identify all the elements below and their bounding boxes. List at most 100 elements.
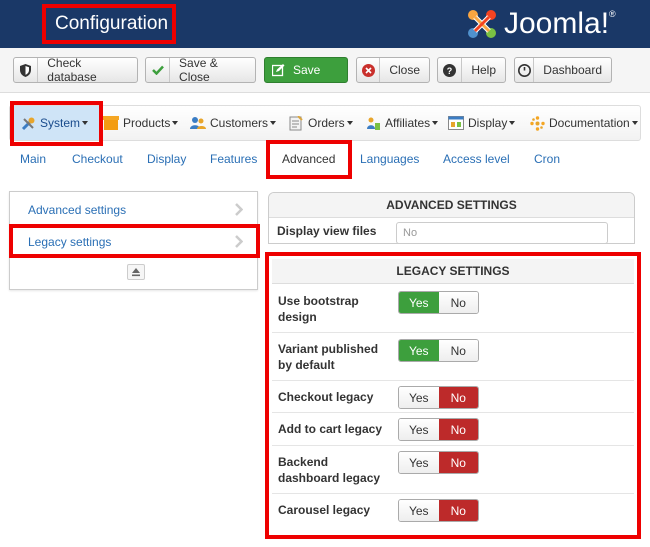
toggle-yes[interactable]: Yes [399,387,439,408]
orders-icon [288,115,304,131]
setting-label: Checkout legacy [278,390,374,404]
display-view-files-value: No [403,227,418,239]
sidebar-item-label: Legacy settings [28,234,112,249]
main-menu: System Products Customers Orders Affilia… [9,105,641,141]
chevron-down-icon [631,121,638,125]
save-close-button[interactable]: Save & Close [145,56,256,84]
toggle-yes[interactable]: Yes [399,292,439,313]
menu-documentation[interactable]: Documentation [529,106,638,140]
toggle-yes[interactable]: Yes [399,452,439,473]
help-label: Help [471,63,496,77]
save-close-label: Save & Close [179,56,218,84]
toggle-yes[interactable]: Yes [399,500,439,521]
setting-label: Backend dashboard legacy [278,455,381,485]
setting-row-add-to-cart-legacy: Add to cart legacy Yes No [272,413,634,446]
sidebar-item-label: Advanced settings [28,202,127,217]
save-label: Save [293,63,321,77]
check-database-button[interactable]: Check database [13,56,138,84]
shield-icon [14,58,39,82]
variant-published-toggle[interactable]: Yes No [398,339,479,362]
menu-orders-label: Orders [308,116,345,130]
menu-customers-label: Customers [210,116,269,130]
save-button[interactable]: Save [264,57,348,83]
chevron-down-icon [82,121,89,125]
chevron-right-icon [235,203,243,216]
display-view-files-label: Display view files [277,224,377,238]
tab-advanced[interactable]: Advanced [282,152,335,166]
sidebar-item-legacy-settings[interactable]: Legacy settings [10,226,257,258]
setting-row-backend-dashboard-legacy: Backend dashboard legacy Yes No [272,446,634,494]
use-bootstrap-design-toggle[interactable]: Yes No [398,291,479,314]
menu-system-label: System [40,116,81,130]
menu-display[interactable]: Display [448,106,516,140]
advanced-settings-panel: ADVANCED SETTINGS Display view files No [268,192,635,244]
header-bar: Configuration Joomla!® [0,0,650,48]
add-to-cart-legacy-toggle[interactable]: Yes No [398,418,479,441]
page-title: Configuration [42,4,176,44]
close-circle-icon [357,58,381,82]
toggle-no[interactable]: No [438,452,478,473]
setting-row-checkout-legacy: Checkout legacy Yes No [272,381,634,413]
setting-label: Variant published by default [278,342,379,372]
checkout-legacy-toggle[interactable]: Yes No [398,386,479,409]
joomla-wordmark: Joomla!® [504,7,616,40]
toggle-no[interactable]: No [438,387,478,408]
menu-customers[interactable]: Customers [190,106,277,140]
setting-label: Add to cart legacy [278,422,383,436]
tab-main[interactable]: Main [20,152,46,166]
toggle-no[interactable]: No [438,419,478,440]
settings-sidebar: Advanced settings Legacy settings [9,191,258,290]
backend-dashboard-legacy-toggle[interactable]: Yes No [398,451,479,474]
chevron-down-icon [270,121,277,125]
close-label: Close [389,63,420,77]
products-icon [103,115,119,131]
affiliates-icon [365,115,381,131]
tab-display[interactable]: Display [147,152,186,166]
tab-features[interactable]: Features [210,152,257,166]
dashboard-label: Dashboard [543,63,602,77]
toggle-no[interactable]: No [438,500,478,521]
menu-products[interactable]: Products [103,106,179,140]
joomla-logo: Joomla!® [464,6,616,42]
chevron-right-icon [235,235,243,248]
legacy-settings-header: LEGACY SETTINGS [272,259,634,284]
tab-languages[interactable]: Languages [360,152,419,166]
chevron-down-icon [509,121,516,125]
close-button[interactable]: Close [356,57,430,83]
sidebar-item-advanced-settings[interactable]: Advanced settings [10,194,257,226]
toggle-no[interactable]: No [438,340,478,361]
svg-text:?: ? [447,66,453,76]
chevron-down-icon [172,121,179,125]
advanced-settings-header: ADVANCED SETTINGS [269,193,634,218]
setting-row-use-bootstrap-design: Use bootstrap design Yes No [272,285,634,333]
menu-orders[interactable]: Orders [288,106,353,140]
documentation-icon [529,115,545,131]
chevron-down-icon [432,121,439,125]
menu-products-label: Products [123,116,171,130]
check-database-label: Check database [47,56,97,84]
toggle-no[interactable]: No [438,292,478,313]
tab-cron[interactable]: Cron [534,152,560,166]
toolbar: Check database Save & Close Save Close ?… [0,48,650,93]
tab-access-level[interactable]: Access level [443,152,510,166]
display-icon [448,115,464,131]
menu-display-label: Display [468,116,508,130]
menu-affiliates[interactable]: Affiliates [365,106,439,140]
tab-checkout[interactable]: Checkout [72,152,123,166]
setting-label: Use bootstrap design [278,294,359,324]
setting-label: Carousel legacy [278,503,371,517]
setting-row-variant-published: Variant published by default Yes No [272,333,634,381]
toggle-yes[interactable]: Yes [399,340,439,361]
carousel-legacy-toggle[interactable]: Yes No [398,499,479,522]
help-button[interactable]: ? Help [437,57,506,83]
users-icon [190,115,206,131]
display-view-files-row: Display view files No [269,218,634,243]
dashboard-button[interactable]: Dashboard [514,57,612,83]
display-view-files-select[interactable]: No [396,222,608,243]
menu-system[interactable]: System [11,106,103,140]
toggle-yes[interactable]: Yes [399,419,439,440]
chevron-down-icon [346,121,353,125]
collapse-sidebar-button[interactable] [127,264,145,280]
wrench-icon [20,115,36,131]
settings-tabs: Main Checkout Display Features Advanced … [0,141,650,177]
